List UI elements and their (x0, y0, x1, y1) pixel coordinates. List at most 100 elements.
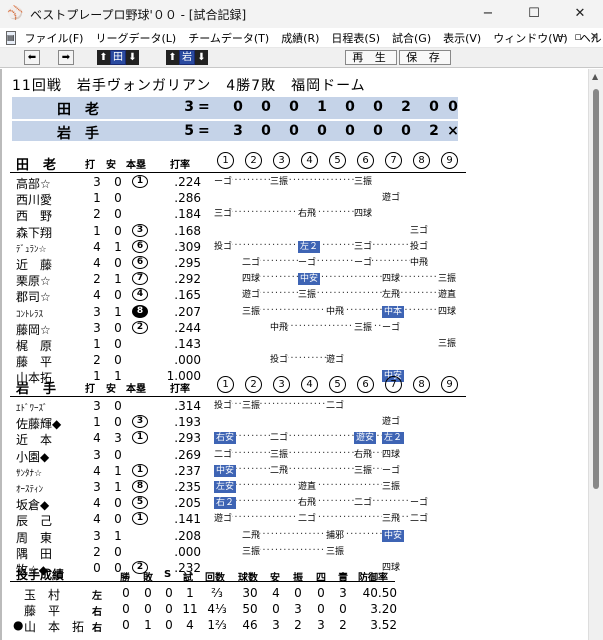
batting-order-circle: 1 (132, 431, 148, 445)
close-button[interactable]: ✕ (557, 0, 603, 28)
menu-records[interactable]: 成績(R) (276, 30, 326, 46)
batter-row[interactable]: ｴﾄﾞﾜｰｽﾞ30.314···························… (2, 399, 472, 414)
up-arrow-icon[interactable]: ⬆ (97, 50, 110, 65)
document-icon[interactable]: ▤ (6, 30, 16, 45)
at-bats: 3 (93, 175, 101, 189)
pitching-so: 2 (294, 618, 302, 632)
inning-score: 0 (373, 99, 383, 115)
at-bat-result: 二ゴ (270, 432, 289, 445)
mdi-close-button[interactable]: ✕ (590, 30, 599, 43)
inning-number: 6 (357, 152, 374, 169)
batting-average: .000 (174, 353, 201, 368)
pitcher-row[interactable]: 玉村左 0 0 0 1 ⅔ 30 4 0 0 3 40.50 (2, 586, 472, 602)
throwing-hand: 右 (92, 607, 102, 618)
inning-score: 0 (233, 99, 243, 115)
batter-row[interactable]: 周 東 31 .208 ·······························… (2, 528, 472, 545)
pitching-l: 0 (144, 586, 152, 600)
batter-row[interactable]: 森下翔 1 0 3 .168 三ゴ (2, 223, 472, 240)
menu-league-data[interactable]: リーグデータ(L) (90, 30, 183, 46)
batter-row[interactable]: ﾃﾞｭﾗﾝ☆ 4 1 6 .309 ···························… (2, 239, 472, 255)
at-bats: 4 (93, 431, 101, 446)
batter-row[interactable]: 近 藤 4 0 6 .295 ······························… (2, 256, 472, 272)
team2-button[interactable]: 岩 (179, 50, 195, 65)
at-bat-result: 三振 (242, 305, 261, 318)
batter-row[interactable]: 梶 原 1 0 .143 三振 (2, 337, 472, 353)
hits: 0 (114, 399, 122, 413)
scroll-thumb[interactable] (593, 89, 599, 489)
batter-row[interactable]: 高部☆ 3 0 1 .224 ······························… (2, 175, 472, 191)
batting-average: .237 (174, 463, 201, 478)
batter-row[interactable]: 郡司☆ 4 0 4 .165 ······························… (2, 288, 472, 305)
prev-arrow-icon[interactable]: ⬅ (24, 50, 40, 65)
pitching-g: 1 (186, 586, 194, 600)
minimize-button[interactable]: − (465, 0, 511, 28)
batter-row[interactable]: 坂倉◆ 4 0 5 .205 ······························… (2, 496, 472, 513)
header-h: 安 (106, 160, 116, 171)
at-bats: 3 (93, 528, 101, 543)
game-title: 11回戦 岩手ヴォンガリアン 4勝7敗 福岡ドーム (12, 78, 366, 94)
result-connector: ········································… (254, 304, 450, 316)
at-bat-result: ーゴ (410, 497, 429, 510)
batter-name: 坂倉◆ (16, 498, 50, 513)
pitcher-row[interactable]: ● 山本拓右 0 1 0 4 1⅔ 46 3 2 3 2 3.52 (2, 618, 472, 634)
batter-row[interactable]: 栗原☆ 2 1 7 .292 ······························… (2, 272, 472, 288)
at-bats: 3 (93, 304, 101, 319)
batter-row[interactable]: 藤岡☆ 302 .244 ······························… (2, 320, 472, 337)
mdi-minimize-button[interactable]: − (557, 30, 566, 43)
pitcher-row[interactable]: 藤平右 0 0 0 11 4⅓ 50 0 3 0 0 3.20 (2, 602, 472, 618)
batter-row[interactable]: 近 本 4 3 1.293 ······························… (2, 431, 472, 447)
down-arrow-icon[interactable]: ⬇ (126, 50, 139, 65)
at-bats: 4 (93, 496, 101, 511)
hits: 1 (114, 239, 122, 254)
scroll-up-icon[interactable]: ▲ (592, 72, 598, 81)
pitching-bb: 3 (317, 618, 325, 632)
at-bats: 4 (93, 256, 101, 270)
at-bat-result: 三振 (326, 545, 345, 558)
replay-button[interactable]: 再 生 (345, 50, 397, 65)
vertical-scrollbar[interactable]: ▲ (588, 69, 603, 640)
team1-button[interactable]: 田 (110, 50, 126, 65)
pitching-era: 3.52 (370, 618, 397, 632)
batter-row[interactable]: ｻﾝﾀﾅ☆ 4 1 1.237 ····························… (2, 463, 472, 479)
down-arrow-icon[interactable]: ⬇ (195, 50, 208, 65)
maximize-button[interactable]: ☐ (511, 0, 557, 28)
batter-row[interactable]: 辰 己 4 0 1.141 ······························… (2, 512, 472, 528)
hits: 0 (114, 415, 122, 430)
batter-row[interactable]: 佐藤輝◆ 1 0 3 .193 遊ゴ (2, 415, 472, 431)
menu-view[interactable]: 表示(V) (438, 30, 488, 46)
batter-name: 郡司☆ (16, 290, 51, 305)
menu-team-data[interactable]: チームデータ(T) (183, 30, 276, 46)
batting-average: .193 (174, 415, 201, 430)
pitching-s: 0 (165, 586, 173, 600)
batter-row[interactable]: ｵｰｽﾃｨﾝ318.235···························… (2, 480, 472, 495)
pitching-ip: 1⅔ (207, 618, 227, 632)
batter-row[interactable]: 小園◆ 3 0.269 ······························ ·… (2, 448, 472, 464)
batting-average: .314 (174, 399, 201, 413)
pitching-w: 0 (122, 586, 130, 600)
at-bat-result: 投ゴ (214, 400, 233, 412)
menu-schedule[interactable]: 日程表(S) (326, 30, 387, 46)
pitcher-name: 玉村 (24, 588, 73, 602)
batter-row[interactable]: 藤 平20.000·······························… (2, 353, 472, 369)
batter-name: 小園◆ (16, 449, 50, 464)
batter-name: 高部☆ (16, 177, 51, 191)
batter-row[interactable]: ｺﾝﾄﾚﾗｽ 3 1 8 .207 ···························… (2, 304, 472, 320)
scoreboard-total: 5 (184, 123, 194, 139)
pitching-bb: 0 (317, 602, 325, 616)
batter-row[interactable]: 隅 田20.000·······························… (2, 545, 472, 561)
save-button[interactable]: 保 存 (399, 50, 451, 65)
at-bat-result: 四球 (382, 273, 401, 286)
menu-game[interactable]: 試合(G) (387, 30, 438, 46)
inning-score: 0 (345, 99, 355, 115)
window-title: ベストプレープロ野球'００ - [試合記録] (30, 7, 247, 22)
inning-number: 4 (301, 152, 318, 169)
header-h: 安 (106, 384, 116, 395)
next-arrow-icon[interactable]: ➡ (58, 50, 74, 65)
menu-file[interactable]: ファイル(F) (20, 30, 91, 46)
mdi-restore-button[interactable]: ▫ (574, 30, 581, 43)
baseball-app-icon[interactable]: ⚾ (7, 6, 23, 22)
at-bat-result: 二ゴ (354, 497, 373, 510)
batter-row[interactable]: 西 野 20 .184 ·······························… (2, 207, 472, 223)
up-arrow-icon[interactable]: ⬆ (166, 50, 179, 65)
batter-row[interactable]: 西川愛 1 0 .286 遊ゴ (2, 191, 472, 207)
